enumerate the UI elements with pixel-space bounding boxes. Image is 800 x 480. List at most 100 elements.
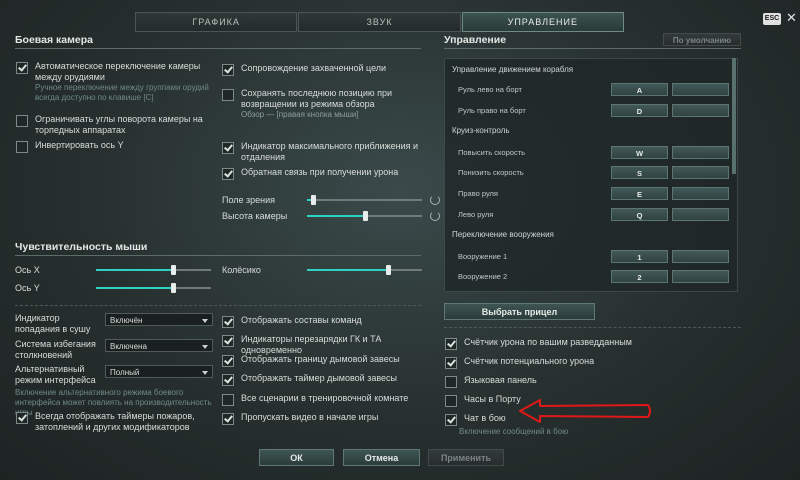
keybind-scrollbar[interactable]: [732, 58, 736, 174]
invert-y-checkbox[interactable]: Инвертировать ось Y: [16, 140, 216, 153]
keybind-primary-key[interactable]: 2: [611, 270, 668, 283]
save-camera-position-checkbox[interactable]: Сохранять последнюю позицию при возвраще…: [222, 88, 422, 120]
keybind-secondary-key[interactable]: [672, 187, 729, 200]
keybind-row: Руль лево на борт A: [445, 83, 737, 98]
collision-avoidance-dropdown[interactable]: Включена: [105, 339, 213, 352]
checkbox-box[interactable]: [222, 335, 234, 347]
training-scenarios-checkbox[interactable]: Все сценарии в тренировочной комнате: [222, 393, 427, 406]
wheel-slider[interactable]: [307, 265, 422, 275]
axis-y-slider[interactable]: [96, 283, 211, 293]
esc-badge[interactable]: ESC: [763, 13, 781, 25]
checkbox-box[interactable]: [16, 412, 28, 424]
checkbox-box[interactable]: [222, 394, 234, 406]
checkbox-box[interactable]: [445, 414, 457, 426]
axis-x-label: Ось X: [15, 265, 40, 275]
slider-knob[interactable]: [310, 195, 316, 205]
checkbox-label: Автоматическое переключение камеры между…: [35, 61, 201, 82]
divider: [15, 48, 421, 49]
keybind-primary-key[interactable]: A: [611, 83, 668, 96]
land-hit-indicator-dropdown[interactable]: Включён: [105, 313, 213, 326]
checkbox-box[interactable]: [222, 89, 234, 101]
language-bar-checkbox[interactable]: Языковая панель: [445, 375, 735, 388]
checkbox-box[interactable]: [16, 62, 28, 74]
keybind-primary-key[interactable]: 1: [611, 250, 668, 263]
cancel-button[interactable]: Отмена: [343, 449, 420, 466]
checkbox-box[interactable]: [16, 141, 28, 153]
potential-damage-counter-checkbox[interactable]: Счётчик потенциального урона: [445, 356, 735, 369]
keybind-secondary-key[interactable]: [672, 104, 729, 117]
select-scope-button[interactable]: Выбрать прицел: [444, 303, 595, 320]
red-arrow-annotation: [519, 399, 651, 423]
keybind-secondary-key[interactable]: [672, 208, 729, 221]
damage-feedback-checkbox[interactable]: Обратная связь при получении урона: [222, 167, 422, 180]
apply-button[interactable]: Применить: [428, 449, 504, 466]
slider-knob[interactable]: [171, 265, 177, 275]
keybind-primary-key[interactable]: S: [611, 166, 668, 179]
checkbox-box[interactable]: [222, 316, 234, 328]
camera-height-slider[interactable]: [307, 211, 422, 221]
divider: [15, 255, 421, 256]
keybind-secondary-key[interactable]: [672, 83, 729, 96]
checkbox-box[interactable]: [222, 355, 234, 367]
keybind-secondary-key[interactable]: [672, 146, 729, 159]
checkbox-box[interactable]: [16, 115, 28, 127]
slider-fill: [307, 215, 365, 217]
checkbox-box[interactable]: [445, 338, 457, 350]
default-button[interactable]: По умолчанию: [663, 33, 741, 46]
keybind-label: Повысить скорость: [458, 148, 526, 157]
close-icon[interactable]: ✕: [786, 10, 797, 26]
keybind-primary-key[interactable]: E: [611, 187, 668, 200]
checkbox-label: Инвертировать ось Y: [35, 140, 124, 150]
checkbox-box[interactable]: [445, 357, 457, 369]
battle-camera-title: Боевая камера: [15, 34, 93, 46]
skip-intro-video-checkbox[interactable]: Пропускать видео в начале игры: [222, 412, 427, 425]
battle-chat-hint: Включение сообщений в бою: [459, 427, 569, 436]
auto-switch-camera-checkbox[interactable]: Автоматическое переключение камеры между…: [16, 61, 216, 103]
fov-slider[interactable]: [307, 195, 422, 205]
keybind-primary-key[interactable]: Q: [611, 208, 668, 221]
slider-knob[interactable]: [385, 265, 391, 275]
tab-controls[interactable]: УПРАВЛЕНИЕ: [461, 12, 624, 32]
checkbox-box[interactable]: [222, 142, 234, 154]
keybind-primary-key[interactable]: W: [611, 146, 668, 159]
recon-damage-counter-checkbox[interactable]: Счётчик урона по вашим разведданным: [445, 337, 735, 350]
slider-knob[interactable]: [171, 283, 177, 293]
show-teams-checkbox[interactable]: Отображать составы команд: [222, 315, 427, 328]
always-show-timers-checkbox[interactable]: Всегда отображать таймеры пожаров, затоп…: [16, 411, 216, 433]
keybind-secondary-key[interactable]: [672, 250, 729, 263]
zoom-indicator-checkbox[interactable]: Индикатор максимального приближения и от…: [222, 141, 422, 163]
tab-sound[interactable]: ЗВУК: [298, 12, 461, 32]
keybind-row: Вооружение 1 1: [445, 250, 737, 265]
checkbox-box[interactable]: [445, 395, 457, 407]
smoke-timer-checkbox[interactable]: Отображать таймер дымовой завесы: [222, 373, 427, 386]
track-target-checkbox[interactable]: Сопровождение захваченной цели: [222, 63, 422, 76]
keybind-secondary-key[interactable]: [672, 166, 729, 179]
keybind-primary-key[interactable]: D: [611, 104, 668, 117]
keybind-row: Право руля E: [445, 187, 737, 202]
checkbox-label: Часы в Порту: [464, 394, 521, 404]
checkbox-box[interactable]: [222, 413, 234, 425]
reload-indicators-checkbox[interactable]: Индикаторы перезарядки ГК и ТА одновреме…: [222, 334, 427, 356]
ok-button[interactable]: ОК: [259, 449, 334, 466]
fov-reset-icon[interactable]: [430, 195, 440, 205]
checkbox-box[interactable]: [222, 374, 234, 386]
keybind-label: Лево руля: [458, 210, 494, 219]
checkbox-label: Сохранять последнюю позицию при возвраще…: [241, 88, 393, 109]
land-hit-indicator-label: Индикатор попадания в сушу: [15, 313, 91, 334]
axis-x-slider[interactable]: [96, 265, 211, 275]
checkbox-box[interactable]: [445, 376, 457, 388]
smoke-border-checkbox[interactable]: Отображать границу дымовой завесы: [222, 354, 427, 367]
divider: [444, 327, 741, 328]
keybind-label: Понизить скорость: [458, 168, 524, 177]
tab-graphics[interactable]: ГРАФИКА: [135, 12, 298, 32]
limit-torpedo-angles-checkbox[interactable]: Ограничивать углы поворота камеры на тор…: [16, 114, 216, 136]
keybind-secondary-key[interactable]: [672, 270, 729, 283]
checkbox-hint: Ручное переключение между группами оруди…: [35, 83, 209, 102]
alt-interface-dropdown[interactable]: Полный: [105, 365, 213, 378]
camera-height-reset-icon[interactable]: [430, 211, 440, 221]
slider-knob[interactable]: [362, 211, 368, 221]
checkbox-box[interactable]: [222, 64, 234, 76]
chevron-down-icon: [202, 371, 208, 375]
slider-fill: [96, 287, 174, 289]
checkbox-box[interactable]: [222, 168, 234, 180]
